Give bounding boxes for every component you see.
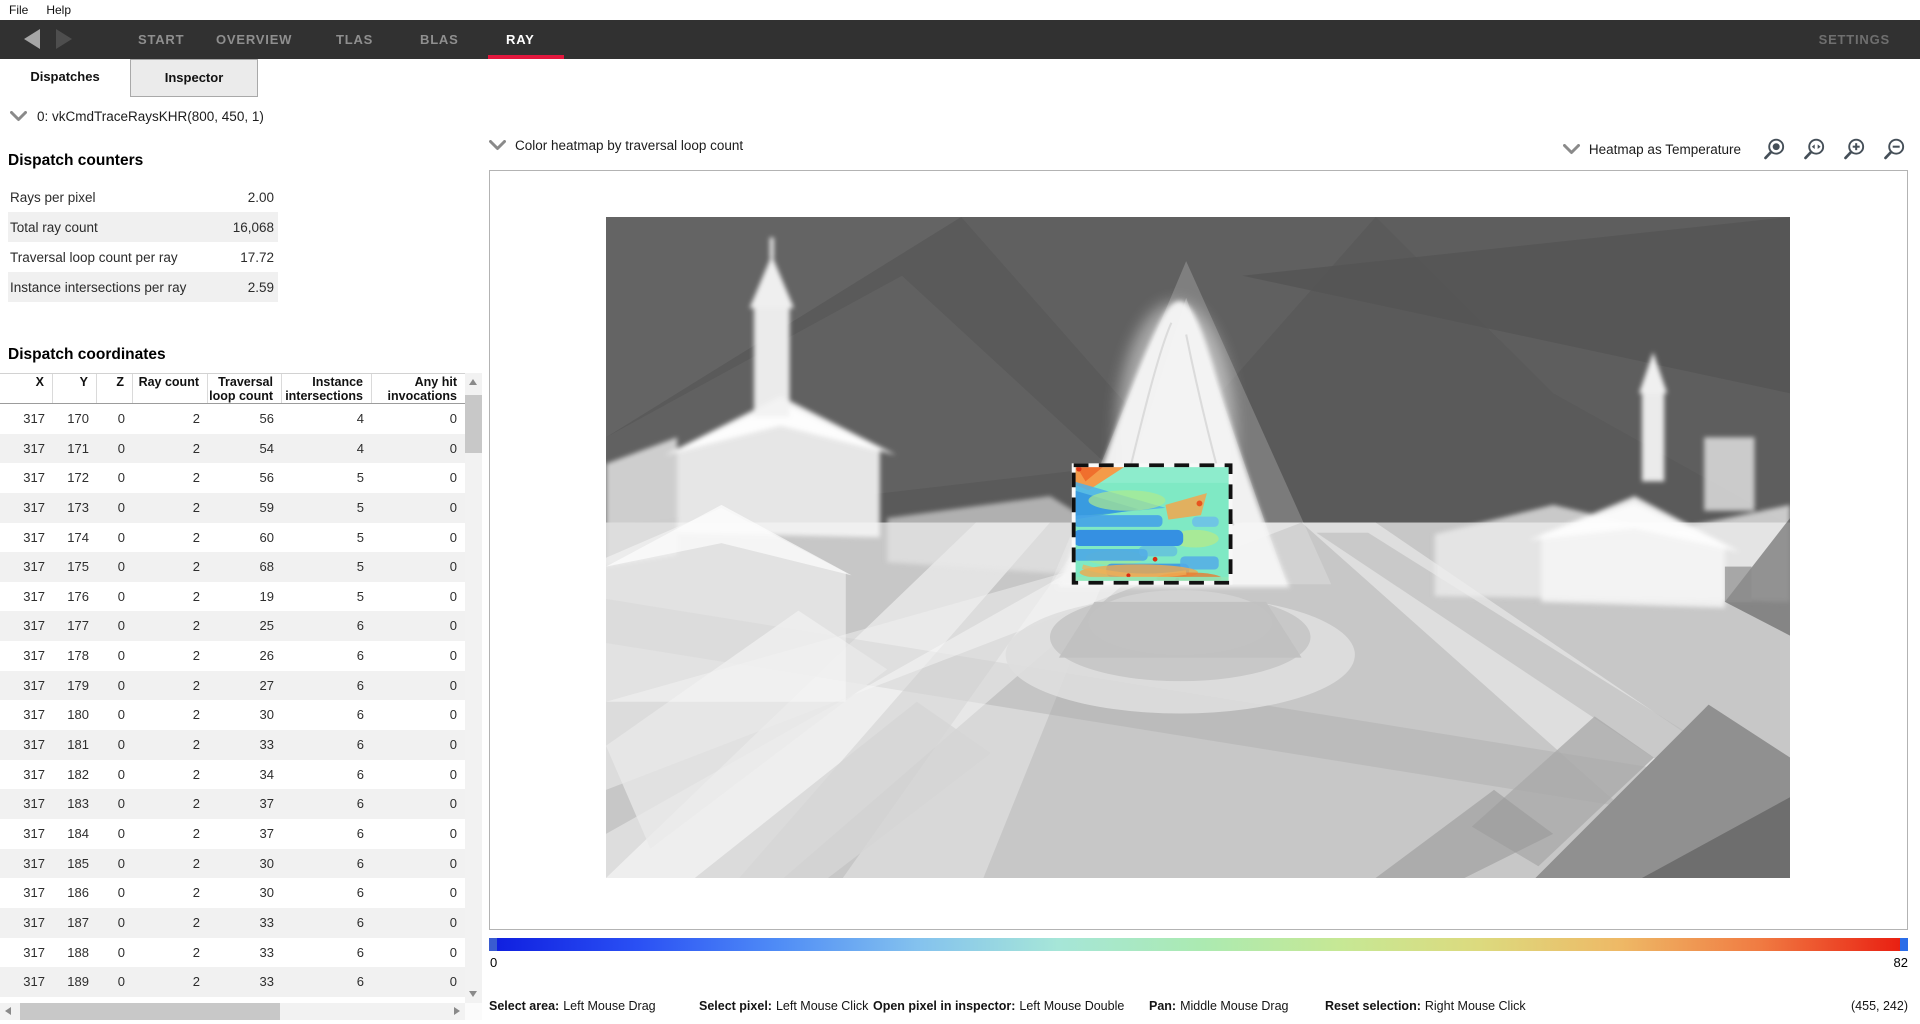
- table-row[interactable]: 317 175 02 68 5 0: [0, 552, 465, 582]
- counter-label: Instance intersections per ray: [10, 279, 187, 295]
- counter-value: 2.00: [247, 189, 274, 205]
- nav-tab[interactable]: BLAS: [420, 32, 459, 47]
- menu-help[interactable]: Help: [37, 1, 80, 19]
- nav-forward-icon[interactable]: [56, 29, 72, 49]
- legend-max-value: 82: [1893, 955, 1908, 970]
- table-row[interactable]: 317 172 02 56 5 0: [0, 463, 465, 493]
- table-row[interactable]: 317 170 02 56 4 0: [0, 404, 465, 434]
- table-horizontal-scrollbar[interactable]: [0, 1003, 465, 1020]
- counter-row: Traversal loop count per ray 17.72: [8, 242, 278, 272]
- heatmap-range-slider[interactable]: [489, 938, 1908, 951]
- counter-value: 2.59: [247, 279, 274, 295]
- heatmap-mode-label: Color heatmap by traversal loop count: [515, 138, 744, 153]
- vertical-scroll-thumb[interactable]: [465, 395, 482, 453]
- chevron-down-icon: [489, 140, 506, 150]
- mouse-help-bar: Select area: Left Mouse Drag Select pixel…: [489, 999, 1908, 1017]
- counter-value: 17.72: [240, 249, 274, 265]
- heatmap-mode-dropdown[interactable]: Color heatmap by traversal loop count: [489, 138, 743, 153]
- table-row[interactable]: 317 186 02 30 6 0: [0, 878, 465, 908]
- main-nav-bar: START OVERVIEW TLAS BLAS RAY SETTINGS: [0, 20, 1920, 59]
- table-row[interactable]: 317 184 02 37 6 0: [0, 819, 465, 849]
- horizontal-scroll-thumb[interactable]: [20, 1003, 280, 1020]
- nav-tab[interactable]: TLAS: [336, 32, 373, 47]
- help-reset-selection: Reset selection: Right Mouse Click: [1325, 999, 1526, 1013]
- table-row[interactable]: 317 187 02 33 6 0: [0, 907, 465, 938]
- color-mode-label: Heatmap as Temperature: [1588, 142, 1741, 157]
- column-header[interactable]: Any hit invocations: [372, 374, 465, 403]
- column-header[interactable]: Traversal loop count: [208, 374, 282, 403]
- table-row[interactable]: 317 177 02 25 6 0: [0, 611, 465, 642]
- table-row[interactable]: 317 176 02 19 5 0: [0, 582, 465, 612]
- dispatch-selector-dropdown[interactable]: 0: vkCmdTraceRaysKHR(800, 450, 1): [10, 104, 264, 128]
- zoom-reset-icon[interactable]: [1801, 136, 1828, 163]
- help-open-pixel: Open pixel in inspector: Left Mouse Doubl…: [873, 999, 1125, 1013]
- scroll-down-icon[interactable]: [469, 991, 477, 997]
- nav-back-icon[interactable]: [24, 29, 40, 49]
- table-row[interactable]: 317 179 02 27 6 0: [0, 670, 465, 701]
- menu-file[interactable]: File: [0, 1, 37, 19]
- dispatch-coordinates-title: Dispatch coordinates: [8, 346, 166, 363]
- column-header[interactable]: Y: [53, 374, 97, 403]
- tab-inspector[interactable]: Inspector: [130, 59, 258, 97]
- range-slider-left-handle[interactable]: [489, 938, 497, 951]
- scroll-right-icon[interactable]: [454, 1007, 460, 1015]
- scrollbar-corner: [465, 1003, 482, 1020]
- table-row[interactable]: 317 185 02 30 6 0: [0, 848, 465, 879]
- menubar: File Help: [0, 0, 1920, 20]
- coordinates-table: 317 170 02 56 4 0 317 171 02 54 4 0 317 172 0…: [0, 404, 465, 997]
- column-header[interactable]: Instance intersections: [282, 374, 372, 403]
- counter-label: Rays per pixel: [10, 189, 96, 205]
- heatmap-legend-gradient: [497, 938, 1900, 951]
- table-row[interactable]: 317 188 02 33 6 0: [0, 938, 465, 968]
- legend-min-value: 0: [490, 955, 498, 970]
- active-tab-underline: [488, 55, 564, 59]
- scroll-left-icon[interactable]: [5, 1007, 11, 1015]
- nav-tab[interactable]: START: [138, 32, 184, 47]
- ray-dispatches-window: File Help START OVERVIEW TLAS BLAS RAY SETTI…: [0, 0, 1920, 1024]
- help-pan: Pan: Middle Mouse Drag: [1149, 999, 1289, 1013]
- help-select-pixel: Select pixel: Left Mouse Click: [699, 999, 869, 1013]
- dispatch-counters-title: Dispatch counters: [8, 152, 144, 169]
- zoom-to-selection-icon[interactable]: [1761, 136, 1788, 163]
- table-vertical-scrollbar[interactable]: [465, 373, 482, 1003]
- heatmap-region: [1073, 465, 1231, 583]
- range-slider-right-handle[interactable]: [1900, 938, 1908, 951]
- table-row[interactable]: 317 189 02 33 6 0: [0, 967, 465, 997]
- column-header[interactable]: Z: [97, 374, 133, 403]
- counter-row: Total ray count 16,068: [8, 212, 278, 242]
- table-row[interactable]: 317 173 02 59 5 0: [0, 492, 465, 523]
- dispatch-selector-label: 0: vkCmdTraceRaysKHR(800, 450, 1): [37, 108, 264, 124]
- counter-row: Instance intersections per ray 2.59: [8, 272, 278, 302]
- table-row[interactable]: 317 180 02 30 6 0: [0, 700, 465, 730]
- color-mode-dropdown[interactable]: Heatmap as Temperature: [1562, 142, 1741, 157]
- counter-value: 16,068: [232, 219, 274, 235]
- nav-tab[interactable]: RAY: [506, 32, 535, 47]
- nav-tab[interactable]: OVERVIEW: [216, 32, 292, 47]
- coordinates-header-row: X Y Z Ray count Traversal loop count Inst…: [0, 373, 465, 404]
- table-row[interactable]: 317 174 02 60 5 0: [0, 523, 465, 553]
- column-header[interactable]: X: [0, 374, 53, 403]
- table-row[interactable]: 317 181 02 33 6 0: [0, 730, 465, 760]
- chevron-down-icon: [10, 110, 27, 121]
- scroll-up-icon[interactable]: [469, 379, 477, 385]
- column-header[interactable]: Ray count: [133, 374, 208, 403]
- chevron-down-icon: [1562, 144, 1580, 154]
- table-row[interactable]: 317 182 02 34 6 0: [0, 760, 465, 790]
- table-row[interactable]: 317 183 02 37 6 0: [0, 789, 465, 819]
- tab-dispatches[interactable]: Dispatches: [0, 59, 130, 97]
- zoom-in-icon[interactable]: [1841, 136, 1868, 163]
- scene-render[interactable]: [606, 217, 1790, 878]
- counter-label: Total ray count: [10, 219, 98, 235]
- table-row[interactable]: 317 178 02 26 6 0: [0, 641, 465, 671]
- counter-row: Rays per pixel 2.00: [8, 182, 278, 212]
- nav-tab-settings[interactable]: SETTINGS: [1819, 32, 1890, 47]
- table-row[interactable]: 317 171 02 54 4 0: [0, 433, 465, 464]
- counter-label: Traversal loop count per ray: [10, 249, 178, 265]
- help-select-area: Select area: Left Mouse Drag: [489, 999, 656, 1013]
- viewer-controls: Heatmap as Temperature: [1562, 136, 1908, 163]
- zoom-out-icon[interactable]: [1881, 136, 1908, 163]
- zoom-controls: [1761, 136, 1908, 163]
- cursor-coordinates: (455, 242): [1851, 999, 1908, 1013]
- dispatch-counters-list: Rays per pixel 2.00 Total ray count 16,0…: [8, 182, 278, 302]
